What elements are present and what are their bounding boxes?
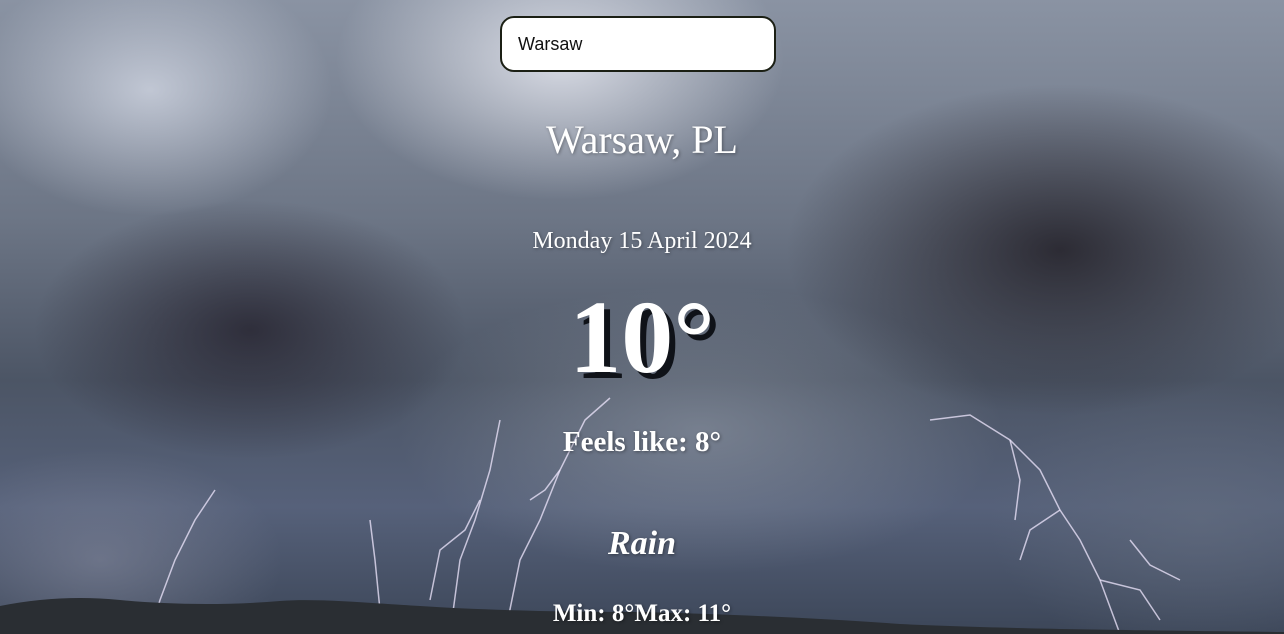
location-title: Warsaw, PL (546, 117, 738, 162)
current-temperature: 10° (569, 280, 715, 395)
city-search-input[interactable] (500, 16, 776, 72)
weather-panel: Warsaw, PL Monday 15 April 2024 10° Feel… (0, 0, 1284, 634)
max-temperature: Max: 11° (634, 600, 732, 627)
feels-like-temperature: Feels like: 8° (562, 426, 722, 458)
weather-condition: Rain (607, 525, 677, 562)
min-temperature: Min: 8° (552, 600, 635, 627)
current-date: Monday 15 April 2024 (532, 228, 752, 254)
min-max-temperature: Min: 8°Max: 11° (0, 598, 1284, 630)
